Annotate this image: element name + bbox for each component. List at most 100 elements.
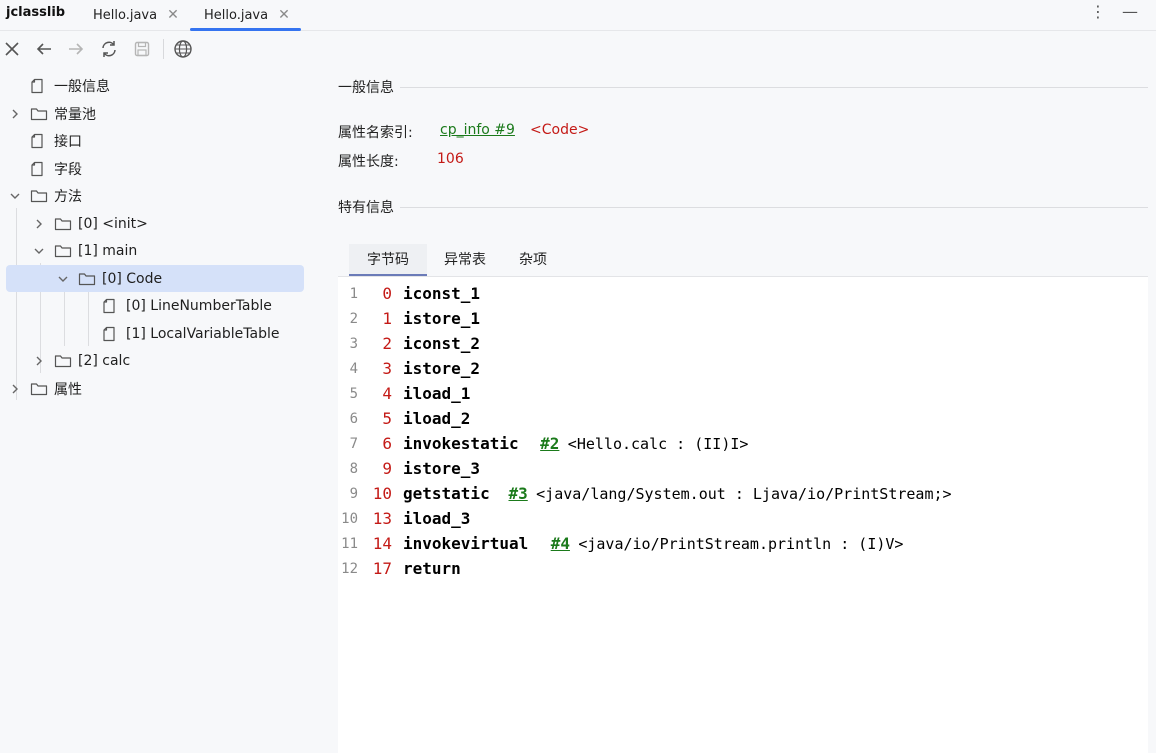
tab-hello-java-1[interactable]: Hello.java ✕	[93, 0, 179, 30]
constant-pool-reference-link[interactable]: #4	[551, 534, 570, 553]
tree-item-interfaces[interactable]: 接口	[6, 127, 304, 154]
bytecode-offset: 17	[372, 559, 392, 578]
chevron-down-icon[interactable]	[57, 265, 69, 292]
section-divider	[400, 207, 1148, 208]
tab-label: Hello.java	[93, 7, 158, 23]
chevron-right-icon[interactable]	[33, 347, 45, 374]
bytecode-opcode: iconst_1	[403, 284, 481, 303]
tree-item-constant-pool[interactable]: 常量池	[6, 100, 304, 127]
bytecode-offset: 5	[382, 409, 392, 428]
more-options-icon[interactable]: ⋮	[1090, 2, 1106, 21]
bytecode-offset: 14	[372, 534, 392, 553]
tree-item-label: 一般信息	[54, 78, 110, 95]
bytecode-opcode: iload_3	[403, 509, 471, 528]
bytecode-opcode: invokestatic	[403, 434, 519, 453]
bytecode-offset: 2	[382, 334, 392, 353]
folder-icon	[30, 375, 48, 402]
constant-pool-reference-link[interactable]: #3	[509, 484, 528, 503]
tree-item-attributes[interactable]: 属性	[6, 375, 304, 402]
refresh-icon[interactable]	[98, 38, 120, 60]
minimize-icon[interactable]: —	[1122, 2, 1138, 21]
tree-item-local-variable-table[interactable]: [1] LocalVariableTable	[6, 320, 304, 347]
tree-item-general-info[interactable]: 一般信息	[6, 72, 304, 99]
bytecode-line: 4 3 istore_2	[338, 356, 1148, 381]
tree-item-label: 接口	[54, 133, 82, 150]
folder-icon	[30, 100, 48, 127]
file-icon	[102, 320, 116, 347]
globe-icon[interactable]	[172, 38, 194, 60]
save-icon[interactable]	[131, 38, 153, 60]
tree-item-label: 方法	[54, 188, 82, 205]
cp-info-link[interactable]: cp_info #9	[440, 122, 515, 138]
chevron-down-icon[interactable]	[33, 237, 45, 264]
constant-pool-reference-link[interactable]: #2	[540, 434, 559, 453]
close-icon[interactable]: ✕	[278, 7, 290, 23]
bytecode-line: 6 5 iload_2	[338, 406, 1148, 431]
forward-arrow-icon[interactable]	[65, 38, 87, 60]
bytecode-line: 3 2 iconst_2	[338, 331, 1148, 356]
tree-item-label: 字段	[54, 161, 82, 178]
bytecode-line: 10 13 iload_3	[338, 506, 1148, 531]
folder-icon	[54, 347, 72, 374]
tree-item-label: [1] LocalVariableTable	[126, 325, 280, 342]
bytecode-line: 11 14 invokevirtual #4 <java/io/PrintStream.…	[338, 531, 1148, 556]
bytecode-offset: 13	[372, 509, 392, 528]
bytecode-comment: <Hello.calc : (II)I>	[567, 435, 749, 453]
close-icon[interactable]	[1, 38, 23, 60]
chevron-right-icon[interactable]	[33, 210, 45, 237]
bytecode-opcode: return	[403, 559, 461, 578]
bytecode-line: 2 1 istore_1	[338, 306, 1148, 331]
bytecode-line: 7 6 invokestatic #2 <Hello.calc : (II)I>	[338, 431, 1148, 456]
line-number: 9	[349, 486, 358, 502]
line-number: 12	[341, 561, 358, 577]
tree-item-init[interactable]: [0] <init>	[6, 210, 304, 237]
tab-misc[interactable]: 杂项	[503, 244, 563, 274]
toolbar	[0, 31, 1156, 67]
section-divider	[400, 87, 1148, 88]
tab-bar: jclasslib Hello.java ✕ Hello.java ✕ ⋮ —	[0, 0, 1156, 31]
section-general-title: 一般信息	[338, 80, 394, 96]
bytecode-opcode: getstatic	[403, 484, 490, 503]
tab-hello-java-2[interactable]: Hello.java ✕	[190, 0, 301, 31]
tree-item-methods[interactable]: 方法	[6, 182, 304, 209]
line-number: 2	[349, 311, 358, 327]
bytecode-comment: <java/lang/System.out : Ljava/io/PrintSt…	[536, 485, 952, 503]
line-number: 10	[341, 511, 358, 527]
chevron-right-icon[interactable]	[9, 100, 21, 127]
bytecode-opcode: iload_2	[403, 409, 471, 428]
close-icon[interactable]: ✕	[167, 7, 179, 23]
file-icon	[102, 292, 116, 319]
bytecode-offset: 10	[372, 484, 392, 503]
file-icon	[30, 127, 44, 154]
line-number: 7	[349, 436, 358, 452]
bytecode-panel[interactable]: 1 0 iconst_1 2 1 istore_1 3 2 iconst_2 4 3 istore_2…	[338, 276, 1148, 753]
chevron-right-icon[interactable]	[9, 375, 21, 402]
tree-item-label: [0] <init>	[78, 215, 148, 232]
tree-item-fields[interactable]: 字段	[6, 155, 304, 182]
tree-item-label: [2] calc	[78, 352, 131, 369]
tree-item-label: [1] main	[78, 242, 138, 259]
chevron-down-icon[interactable]	[9, 182, 21, 209]
bytecode-line: 8 9 istore_3	[338, 456, 1148, 481]
tree-item-label: [0] LineNumberTable	[126, 297, 272, 314]
attribute-length-label: 属性长度:	[338, 154, 399, 170]
app-name: jclasslib	[6, 5, 66, 20]
line-number: 11	[341, 536, 358, 552]
bytecode-opcode: istore_2	[403, 359, 481, 378]
section-specific-title: 特有信息	[338, 200, 394, 216]
tree-item-code[interactable]: [0] Code	[6, 265, 304, 292]
bytecode-opcode: istore_3	[403, 459, 481, 478]
tab-bytecode[interactable]: 字节码	[349, 244, 427, 276]
tree-item-calc[interactable]: [2] calc	[6, 347, 304, 374]
file-icon	[30, 155, 44, 182]
tree-item-line-number-table[interactable]: [0] LineNumberTable	[6, 292, 304, 319]
bytecode-offset: 6	[382, 434, 392, 453]
bytecode-offset: 3	[382, 359, 392, 378]
bytecode-comment: <java/io/PrintStream.println : (I)V>	[578, 535, 904, 553]
folder-icon	[30, 182, 48, 209]
tab-exception-table[interactable]: 异常表	[429, 244, 501, 274]
tree-item-main[interactable]: [1] main	[6, 237, 304, 264]
back-arrow-icon[interactable]	[33, 38, 55, 60]
bytecode-offset: 0	[382, 284, 392, 303]
attribute-length-value: 106	[437, 151, 464, 167]
